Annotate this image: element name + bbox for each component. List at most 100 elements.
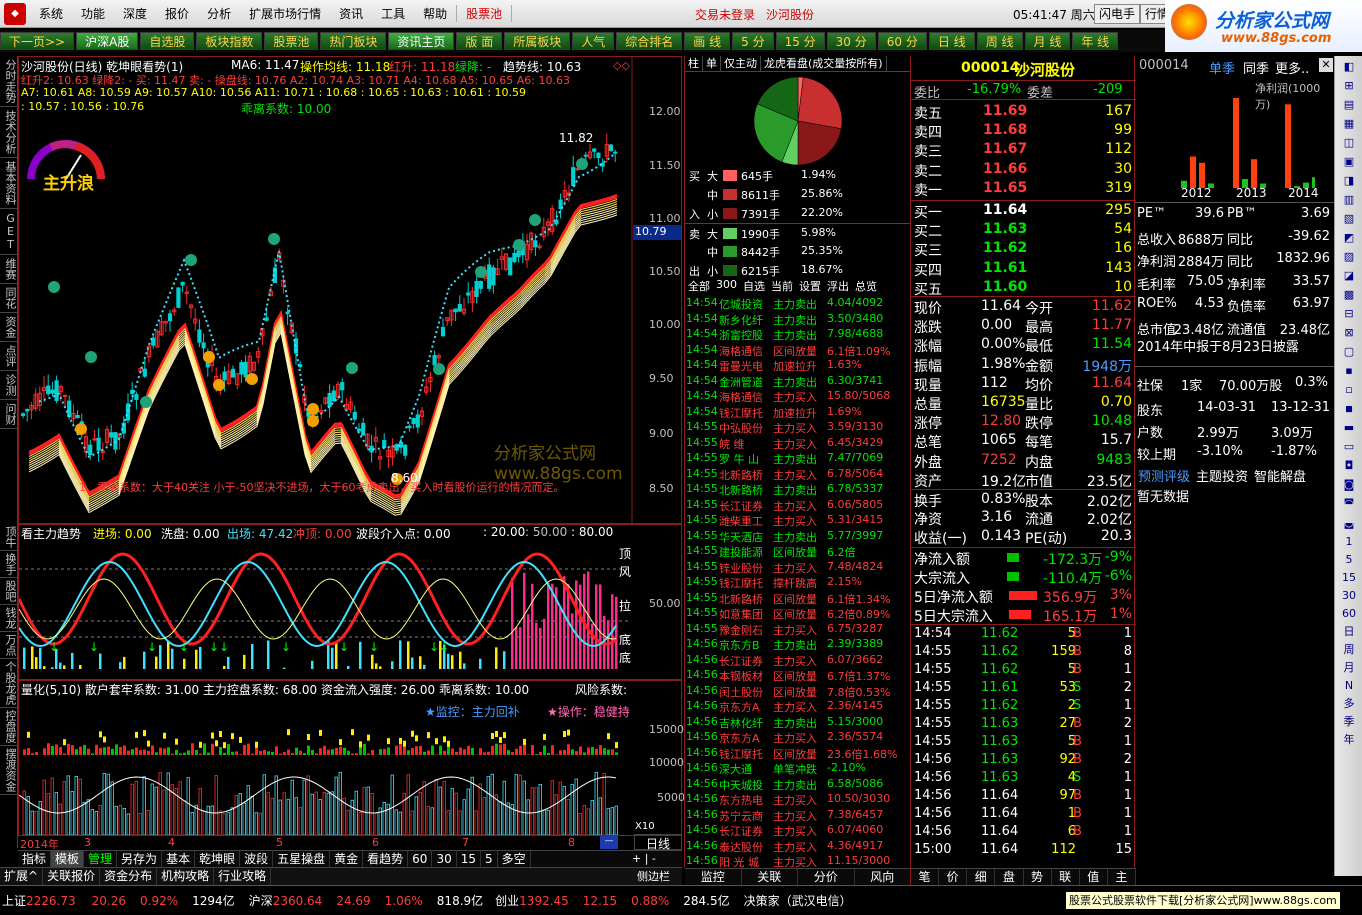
quote-bottom-tab-0[interactable]: 笔: [911, 869, 940, 886]
template-tab-9[interactable]: 看趋势: [363, 851, 409, 867]
toolbar-icon-12[interactable]: ◪: [1339, 268, 1359, 284]
quote-bottom-tab-4[interactable]: 势: [1024, 869, 1052, 886]
mid-bottom-tab-0[interactable]: 监控: [685, 869, 742, 886]
tab-16[interactable]: 日 线: [928, 32, 975, 50]
toolbar-icon-19[interactable]: ◾: [1339, 401, 1359, 417]
sub-tab-7[interactable]: 摆渡资金: [0, 746, 18, 795]
news-row[interactable]: 14:56 中天城投 主力卖出 6.58/5086: [685, 777, 911, 793]
news-row[interactable]: 14:54 钱江摩托 加速拉升 1.69%: [685, 405, 911, 421]
news-row[interactable]: 14:56 京东方B 主力卖出 2.39/3389: [685, 637, 911, 653]
news-row[interactable]: 14:56 京东方A 主力买入 2.36/5574: [685, 730, 911, 746]
menu-item-4[interactable]: 分析: [198, 5, 240, 22]
filter-6[interactable]: 总览: [852, 278, 880, 294]
sub-tab-4[interactable]: 万点: [0, 632, 18, 659]
broker-name[interactable]: 决策家（武汉电信）: [744, 892, 852, 909]
login-status[interactable]: 交易未登录: [695, 6, 755, 23]
toolbar-icon-20[interactable]: ▬: [1339, 420, 1359, 436]
filter-5[interactable]: 浮出: [824, 278, 852, 294]
period-button-10[interactable]: 季: [1339, 714, 1359, 730]
main-trend-panel[interactable]: 看主力趋势 进场: 0.00 洗盘: 0.00 出场: 47.42 冲顶: 0.…: [18, 524, 682, 680]
quote-bottom-tab-1[interactable]: 价: [939, 869, 968, 886]
tab-14[interactable]: 30 分: [826, 32, 876, 50]
toolbar-icon-8[interactable]: ▥: [1339, 192, 1359, 208]
ad-banner[interactable]: 股票公式股票软件下载[分析家公式网]www.88gs.com: [1066, 892, 1340, 909]
toolbar-icon-11[interactable]: ▨: [1339, 249, 1359, 265]
period-button-1[interactable]: 5: [1339, 552, 1359, 568]
template-tab-12[interactable]: 15: [457, 851, 481, 867]
app-logo-icon[interactable]: ◆: [4, 2, 26, 25]
news-row[interactable]: 14:56 本钢板材 区间放量 6.7倍1.37%: [685, 668, 911, 684]
tab-1[interactable]: 沪深A股: [76, 32, 139, 50]
fin-tab-single[interactable]: 单季: [1209, 58, 1235, 77]
news-row[interactable]: 14:56 苏宁云商 主力买入 7.38/6457: [685, 808, 911, 824]
sub-tab-3[interactable]: 钱龙: [0, 605, 18, 632]
news-row[interactable]: 14:55 北新路桥 主力买入 6.78/5064: [685, 467, 911, 483]
menu-item-7[interactable]: 工具: [372, 5, 414, 22]
ext-tab-1[interactable]: 关联报价: [43, 868, 101, 885]
ext-tab-2[interactable]: 资金分布: [100, 868, 158, 885]
toolbar-icon-6[interactable]: ▣: [1339, 154, 1359, 170]
news-row[interactable]: 14:55 北新路桥 主力卖出 6.78/5337: [685, 482, 911, 498]
tab-19[interactable]: 年 线: [1072, 32, 1119, 50]
toolbar-icon-7[interactable]: ◨: [1339, 173, 1359, 189]
period-button-5[interactable]: 日: [1339, 624, 1359, 640]
toolbar-icon-4[interactable]: ▦: [1339, 116, 1359, 132]
template-tab-3[interactable]: 另存为: [117, 851, 163, 867]
news-row[interactable]: 14:55 罗 牛 山 主力卖出 7.47/7069: [685, 451, 911, 467]
left-tab-6[interactable]: 资金: [0, 313, 18, 342]
left-tab-8[interactable]: 诊测: [0, 371, 18, 400]
toolbar-icon-9[interactable]: ▧: [1339, 211, 1359, 227]
news-row[interactable]: 14:55 长江证券 主力买入 6.06/5805: [685, 498, 911, 514]
left-tab-4[interactable]: 维赛: [0, 255, 18, 284]
period-button-8[interactable]: N: [1339, 678, 1359, 694]
fin-link-1[interactable]: 主题投资: [1193, 466, 1251, 485]
toolbar-icon-22[interactable]: ◘: [1339, 458, 1359, 474]
lightning-button[interactable]: 闪电手: [1094, 4, 1141, 24]
fin-link-2[interactable]: 智能解盘: [1251, 466, 1309, 485]
toolbar-icon-15[interactable]: ⊠: [1339, 325, 1359, 341]
news-row[interactable]: 14:55 如意集团 区间放量 6.2倍0.89%: [685, 606, 911, 622]
news-row[interactable]: 14:56 吉林化纤 主力卖出 5.15/3000: [685, 715, 911, 731]
tab-4[interactable]: 股票池: [264, 32, 319, 50]
period-button-0[interactable]: 1: [1339, 534, 1359, 550]
news-row[interactable]: 14:54 亿城投资 主力卖出 4.04/4092: [685, 296, 911, 312]
news-row[interactable]: 14:54 金洲管道 主力卖出 6.30/3741: [685, 374, 911, 390]
sub-tab-0[interactable]: 顶牛: [0, 524, 18, 551]
news-row[interactable]: 14:54 新乡化纤 主力卖出 3.50/3480: [685, 312, 911, 328]
tab-12[interactable]: 5 分: [732, 32, 774, 50]
toolbar-icon-24[interactable]: ◚: [1339, 496, 1359, 512]
news-row[interactable]: 14:54 海格通信 主力买入 15.80/5068: [685, 389, 911, 405]
template-tab-8[interactable]: 黄金: [330, 851, 364, 867]
sub-tab-2[interactable]: 股吧: [0, 578, 18, 605]
news-row[interactable]: 14:55 潍柴重工 主力买入 5.31/3415: [685, 513, 911, 529]
menu-item-8[interactable]: 帮助: [414, 5, 456, 22]
kline-chart-panel[interactable]: 沙河股份(日线) 乾坤眼看势(1) MA6: 11.47 操作均线: 11.18…: [18, 56, 682, 525]
news-row[interactable]: 14:55 建投能源 区间放量 6.2倍: [685, 544, 911, 560]
toolbar-icon-2[interactable]: ⊞: [1339, 78, 1359, 94]
menu-item-6[interactable]: 资讯: [330, 5, 372, 22]
left-tab-5[interactable]: 同花: [0, 284, 18, 313]
period-button-11[interactable]: 年: [1339, 732, 1359, 748]
news-row[interactable]: 14:55 北新路桥 区间放量 6.1倍1.34%: [685, 591, 911, 607]
news-row[interactable]: 14:54 雷曼光电 加速拉升 1.63%: [685, 358, 911, 374]
scroll-end-button[interactable]: —: [600, 836, 618, 849]
quote-bottom-tab-7[interactable]: 主: [1108, 869, 1136, 886]
filter-1[interactable]: 300: [713, 278, 740, 294]
toolbar-icon-23[interactable]: ◙: [1339, 477, 1359, 493]
template-tab-2[interactable]: 管理: [84, 851, 118, 867]
period-button-4[interactable]: 60: [1339, 606, 1359, 622]
sub-tab-1[interactable]: 换手: [0, 551, 18, 578]
toolbar-icon-21[interactable]: ▭: [1339, 439, 1359, 455]
mid-tab-2[interactable]: 仅主动: [721, 56, 761, 71]
ext-tab-3[interactable]: 机构攻略: [157, 868, 215, 885]
tab-11[interactable]: 画 线: [684, 32, 731, 50]
tab-6[interactable]: 资讯主页: [388, 32, 455, 50]
news-row[interactable]: 14:56 钱江摩托 区间放量 23.6倍1.68%: [685, 746, 911, 762]
filter-3[interactable]: 当前: [768, 278, 796, 294]
filter-4[interactable]: 设置: [796, 278, 824, 294]
tab-2[interactable]: 自选股: [140, 32, 195, 50]
news-row[interactable]: 14:55 华天酒店 主力卖出 5.77/3997: [685, 529, 911, 545]
news-row[interactable]: 14:55 钱江摩托 撑杆跳高 2.15%: [685, 575, 911, 591]
sub-tab-6[interactable]: 控盘度: [0, 708, 18, 746]
template-tab-11[interactable]: 30: [432, 851, 457, 867]
